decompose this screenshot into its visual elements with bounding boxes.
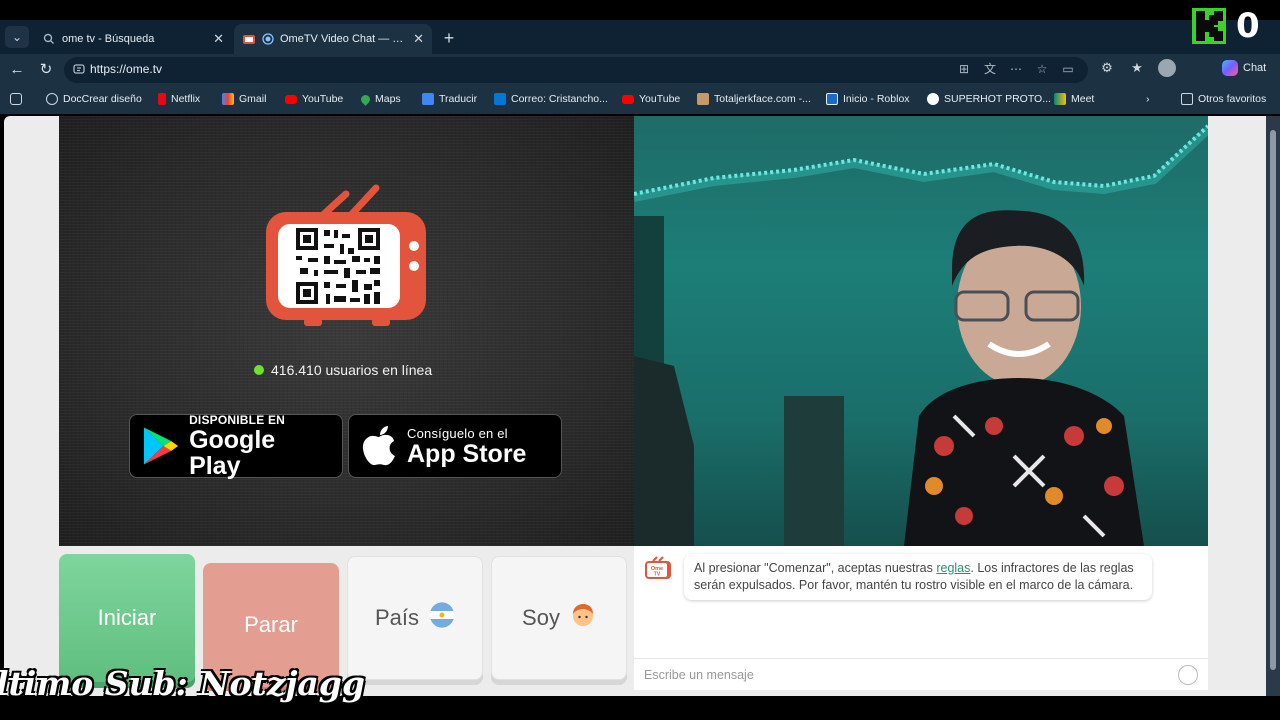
chat-label: Chat — [1243, 62, 1267, 74]
app-store-small-text: Consíguelo en el — [407, 425, 508, 441]
bookmark-doccrear[interactable]: DocCrear diseño — [46, 93, 142, 105]
rules-link[interactable]: reglas — [936, 561, 970, 575]
tab-ometv[interactable]: OmeTV Video Chat — Omegle ✕ — [234, 24, 432, 54]
close-tab-icon[interactable]: ✕ — [213, 31, 224, 47]
gender-select-button[interactable]: Soy — [491, 556, 627, 680]
navigation-bar: ← ↻ https://ome.tv ⊞ 文 ⋯ ☆ ▭ ⚙ ★ Chat — [0, 54, 1280, 86]
copilot-icon — [1222, 60, 1238, 76]
google-play-big-text: Google Play — [189, 426, 276, 480]
maps-icon — [359, 92, 372, 106]
remote-video-feed — [634, 124, 1208, 546]
tab-search[interactable]: ome tv - Búsqueda ✕ — [34, 24, 232, 54]
online-count: 416.410 usuarios en línea — [271, 362, 433, 378]
other-favorites[interactable]: Otros favoritos — [1181, 93, 1266, 105]
rules-notice-message: Al presionar "Comenzar", aceptas nuestra… — [684, 554, 1152, 600]
copilot-chat-button[interactable]: Chat — [1222, 60, 1266, 76]
tab-title: OmeTV Video Chat — Omegle — [280, 33, 407, 45]
meet-icon — [1054, 93, 1066, 105]
bookmark-youtube[interactable]: YouTube — [285, 93, 343, 105]
tab-list-button[interactable]: ⌄ — [5, 26, 29, 48]
chevron-right-icon[interactable]: › — [1146, 93, 1150, 105]
site-icon — [697, 93, 709, 105]
gmail-icon — [222, 93, 234, 105]
apps-icon[interactable]: ⊞ — [956, 61, 972, 77]
tab-title: ome tv - Búsqueda — [62, 33, 155, 45]
back-icon[interactable]: ← — [6, 59, 28, 81]
search-icon — [42, 32, 56, 46]
bookmark-meet[interactable]: Meet — [1054, 93, 1094, 105]
ometv-logo-icon: Ome TV — [645, 556, 671, 579]
favorite-star-icon[interactable]: ☆ — [1034, 61, 1050, 77]
close-tab-icon[interactable]: ✕ — [413, 31, 424, 47]
local-video-panel: 416.410 usuarios en línea DISPONIBLE EN … — [59, 116, 634, 546]
top-black-strip — [0, 0, 1280, 20]
last-subscriber-overlay: ltimo Sub: Notzjagg — [0, 664, 365, 703]
app-store-badge[interactable]: Consíguelo en el App Store — [348, 414, 562, 478]
message-placeholder: Escribe un mensaje — [644, 668, 754, 682]
extensions-icon[interactable]: ⚙ — [1098, 59, 1116, 77]
bookmark-maps[interactable]: Maps — [359, 92, 401, 106]
youtube-icon — [285, 94, 297, 104]
address-bar[interactable]: https://ome.tv ⊞ 文 ⋯ ☆ ▭ — [64, 57, 1088, 83]
apple-icon — [362, 426, 395, 466]
outlook-icon — [494, 93, 506, 105]
page-scrollbar[interactable] — [1266, 116, 1280, 696]
bookmark-totaljerkface[interactable]: Totaljerkface.com -... — [697, 93, 811, 105]
kick-counter: 0 — [1236, 6, 1260, 46]
bookmark-youtube-2[interactable]: YouTube — [622, 93, 680, 105]
translate-icon[interactable]: 文 — [982, 61, 998, 77]
superhot-icon — [927, 93, 939, 105]
google-play-icon — [143, 427, 179, 465]
bookmark-roblox[interactable]: Inicio - Roblox — [826, 93, 910, 105]
country-filter-button[interactable]: País — [347, 556, 483, 680]
folder-icon — [1181, 93, 1193, 105]
google-play-small-text: DISPONIBLE EN — [189, 413, 286, 427]
argentina-flag-icon — [429, 602, 455, 634]
new-tab-button[interactable]: + — [438, 28, 460, 50]
bookmark-netflix[interactable]: Netflix — [158, 93, 200, 105]
ometv-favicon-icon — [242, 32, 256, 46]
bookmark-correo[interactable]: Correo: Cristancho... — [494, 93, 608, 105]
globe-icon — [46, 93, 58, 105]
tab-strip: ⌄ ome tv - Búsqueda ✕ OmeTV Video Chat —… — [0, 20, 1280, 54]
emoji-icon[interactable] — [1178, 665, 1198, 685]
bookmark-traducir[interactable]: Traducir — [422, 93, 477, 105]
person-icon — [570, 602, 596, 634]
camera-icon[interactable]: ▭ — [1060, 61, 1076, 77]
app-store-big-text: App Store — [407, 439, 527, 468]
online-users-indicator: 416.410 usuarios en línea — [254, 362, 432, 378]
recording-icon — [262, 33, 274, 45]
refresh-icon[interactable]: ↻ — [35, 59, 57, 81]
bookmarks-bar: DocCrear diseño Netflix Gmail YouTube Ma… — [0, 86, 1280, 114]
collections-icon[interactable] — [10, 93, 22, 105]
favorites-icon[interactable]: ★ — [1128, 59, 1146, 77]
profile-avatar[interactable] — [1158, 59, 1176, 77]
kick-logo-icon — [1192, 8, 1226, 44]
bookmark-gmail[interactable]: Gmail — [222, 93, 266, 105]
bookmark-superhot[interactable]: SUPERHOT PROTO... — [927, 93, 1051, 105]
youtube-icon — [622, 94, 634, 104]
country-label: País — [374, 605, 420, 630]
roblox-icon — [826, 93, 838, 105]
site-info-icon[interactable] — [72, 62, 86, 76]
google-play-badge[interactable]: DISPONIBLE EN Google Play — [129, 413, 343, 480]
url-text: https://ome.tv — [90, 62, 163, 76]
chat-panel: Ome TV Al presionar "Comenzar", aceptas … — [634, 546, 1208, 690]
message-input[interactable]: Escribe un mensaje — [634, 658, 1208, 690]
netflix-icon — [158, 93, 166, 105]
screen: ⌄ ome tv - Búsqueda ✕ OmeTV Video Chat —… — [0, 0, 1280, 720]
ometv-tv-qr-logo[interactable] — [264, 184, 429, 329]
static-noise — [59, 116, 634, 546]
start-button[interactable]: Iniciar — [59, 554, 195, 682]
svg-text:TV: TV — [654, 572, 661, 578]
more-icon[interactable]: ⋯ — [1008, 61, 1024, 77]
online-dot-icon — [254, 365, 264, 375]
ometv-page: 416.410 usuarios en línea DISPONIBLE EN … — [4, 116, 1266, 696]
gender-label: Soy — [522, 605, 560, 630]
scrollbar-thumb[interactable] — [1270, 130, 1276, 670]
remote-video-panel — [634, 116, 1208, 546]
translate-icon — [422, 93, 434, 105]
